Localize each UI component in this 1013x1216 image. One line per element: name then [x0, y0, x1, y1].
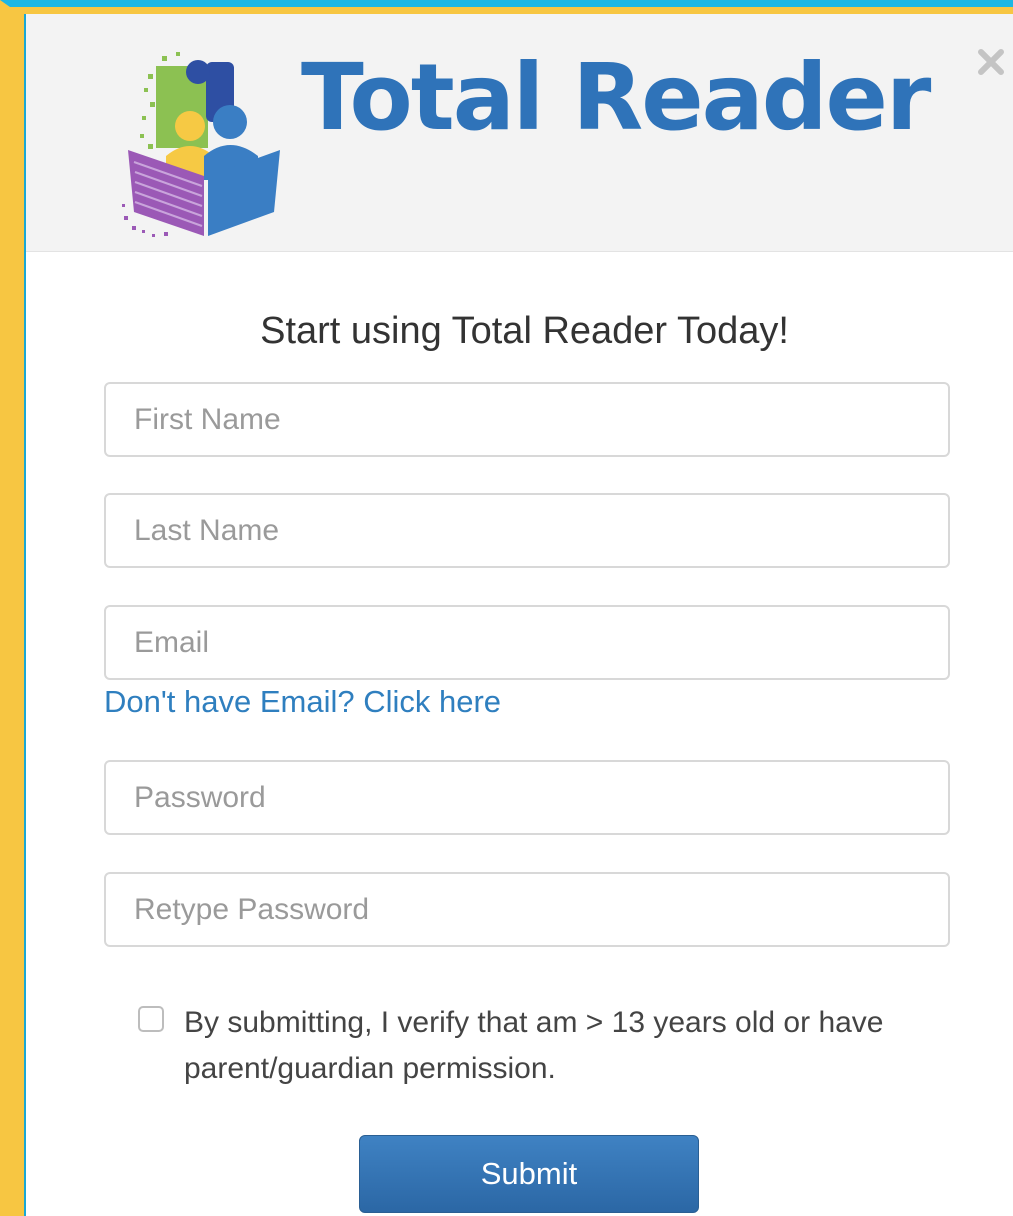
close-icon[interactable]: [973, 44, 1009, 80]
modal-header: Total Reader: [26, 14, 1013, 252]
submit-button[interactable]: Submit: [359, 1135, 699, 1213]
page-frame: Total Reader Start using Total Reader To…: [0, 0, 1013, 1216]
no-email-link[interactable]: Don't have Email? Click here: [104, 684, 501, 720]
first-name-input[interactable]: [104, 382, 950, 457]
last-name-input[interactable]: [104, 493, 950, 568]
age-verify-label: By submitting, I verify that am > 13 yea…: [184, 1006, 884, 1085]
age-verify-checkbox[interactable]: [138, 1006, 164, 1032]
email-input[interactable]: [104, 605, 950, 680]
form-heading: Start using Total Reader Today!: [260, 310, 789, 352]
logo-text: Total Reader: [301, 44, 931, 151]
reader-book-logo-icon: [122, 52, 280, 237]
password-input[interactable]: [104, 760, 950, 835]
retype-password-input[interactable]: [104, 872, 950, 947]
signup-modal: Total Reader Start using Total Reader To…: [24, 14, 1013, 1216]
modal-body: Start using Total Reader Today! Don't ha…: [26, 252, 1013, 1216]
